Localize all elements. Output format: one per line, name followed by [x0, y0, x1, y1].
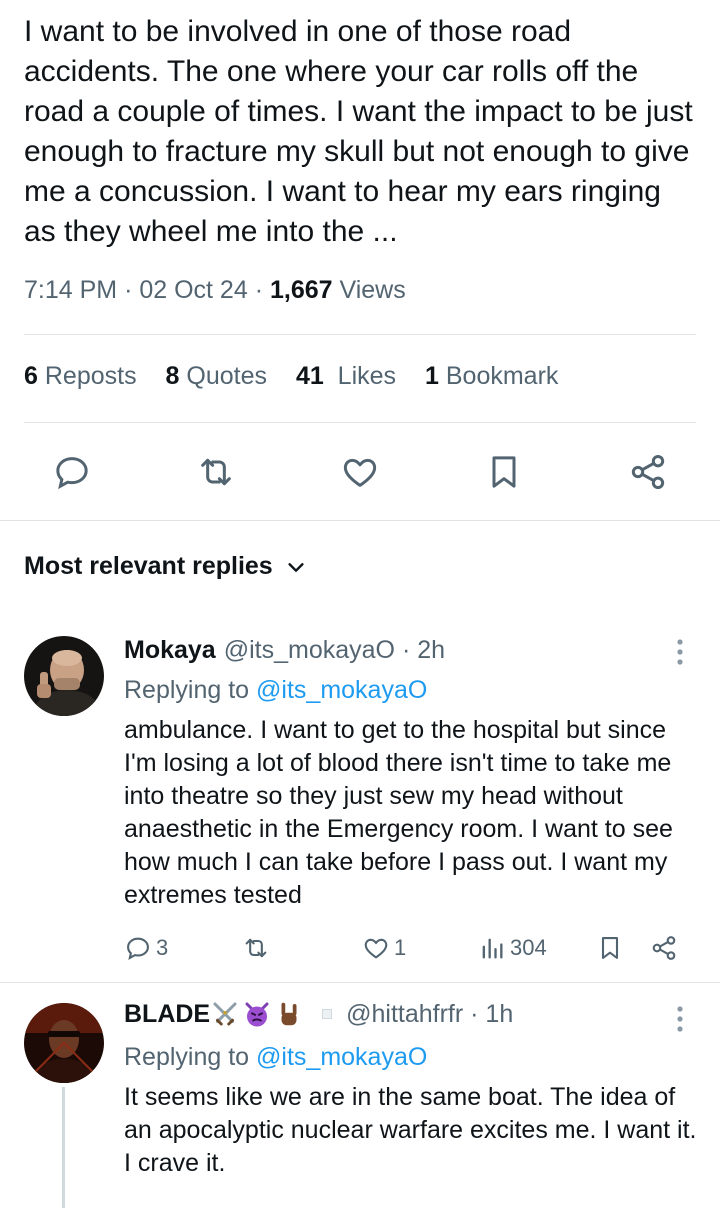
bookmark-icon	[601, 937, 619, 959]
reply-icon	[56, 457, 88, 490]
name-emojis	[210, 999, 304, 1029]
likes-stat[interactable]: 41 Likes	[296, 362, 396, 391]
replying-to: Replying to @its_mokayaO	[124, 1043, 427, 1072]
angry-devil-icon	[245, 1002, 269, 1027]
tweet-time: 7:14 PM	[24, 276, 118, 304]
reply-sort-label: Most relevant replies	[24, 552, 273, 580]
bookmark-button[interactable]	[472, 440, 536, 504]
reply-bookmark-button[interactable]	[596, 928, 624, 968]
rock-on-hand-icon	[281, 1002, 297, 1026]
like-icon	[343, 458, 377, 487]
tweet-meta: 7:14 PM · 02 Oct 24 · 1,667 Views	[24, 276, 406, 305]
reply-views-button[interactable]: 304	[478, 928, 547, 968]
share-icon	[631, 455, 665, 489]
tweet-action-bar	[0, 440, 720, 504]
likes-label: Likes	[337, 362, 397, 390]
divider	[24, 422, 696, 423]
crossed-swords-icon	[213, 1002, 237, 1026]
more-icon	[677, 639, 683, 665]
reply-item[interactable]: BLADE @hittahfrfr · 1h Replying to @its_…	[0, 983, 720, 1208]
meta-separator: ·	[124, 276, 133, 304]
reply-repost-button[interactable]	[242, 928, 274, 968]
avatar[interactable]	[24, 636, 104, 716]
reply-text: ambulance. I want to get to the hospital…	[124, 716, 673, 909]
quotes-label: Quotes	[186, 362, 267, 390]
reply-share-button[interactable]	[650, 928, 678, 968]
quotes-count: 8	[165, 362, 180, 390]
repost-icon	[201, 458, 231, 486]
more-options-button[interactable]	[664, 632, 696, 672]
tweet-date: 02 Oct 24	[139, 276, 248, 304]
bookmarks-stat[interactable]: 1 Bookmark	[425, 362, 558, 391]
tweet-text: I want to be involved in one of those ro…	[24, 15, 693, 248]
reply-text: It seems like we are in the same boat. T…	[124, 1083, 697, 1177]
more-options-button[interactable]	[664, 999, 696, 1039]
reply-author-name[interactable]: BLADE	[124, 1000, 210, 1029]
reply-time[interactable]: · 1h	[470, 1000, 513, 1029]
reply-author-handle[interactable]: @its_mokayaO	[224, 636, 395, 665]
views-count[interactable]: 1,667	[270, 276, 333, 304]
reply-time[interactable]: · 2h	[402, 636, 445, 665]
replying-to-prefix: Replying to	[124, 676, 250, 704]
like-count: 1	[394, 935, 407, 960]
like-button[interactable]	[328, 440, 392, 504]
replying-to-handle[interactable]: @its_mokayaO	[256, 1043, 427, 1071]
reply-sort-dropdown[interactable]: Most relevant replies	[24, 552, 307, 581]
avatar-image	[24, 1003, 104, 1083]
views-label[interactable]: Views	[340, 276, 406, 304]
more-icon	[677, 1006, 683, 1032]
chevron-down-icon	[288, 562, 304, 572]
reply-author-name[interactable]: Mokaya	[124, 636, 216, 665]
replying-to: Replying to @its_mokayaO	[124, 676, 427, 705]
likes-count: 41	[295, 362, 324, 390]
avatar-image	[24, 636, 104, 716]
bookmarks-count: 1	[425, 362, 439, 390]
reply-reply-button[interactable]: 3	[124, 928, 168, 968]
bookmarks-label: Bookmark	[445, 362, 559, 390]
avatar[interactable]	[24, 1003, 104, 1083]
reply-action-bar: 3 1 304	[124, 928, 684, 968]
reply-like-button[interactable]: 1	[362, 928, 406, 968]
reposts-label: Reposts	[44, 362, 137, 390]
reply-author-handle[interactable]: @hittahfrfr	[346, 1000, 463, 1029]
repost-button[interactable]	[184, 440, 248, 504]
bookmark-icon	[492, 456, 516, 488]
reply-icon	[127, 937, 149, 960]
reply-count: 3	[156, 935, 169, 960]
replying-to-handle[interactable]: @its_mokayaO	[256, 676, 427, 704]
views-count: 304	[510, 935, 547, 960]
reply-header: Mokaya @its_mokayaO · 2h	[124, 636, 445, 665]
share-button[interactable]	[616, 440, 680, 504]
reply-button[interactable]	[40, 440, 104, 504]
views-icon	[482, 938, 503, 959]
reply-header: BLADE @hittahfrfr · 1h	[124, 999, 513, 1029]
divider	[0, 520, 720, 521]
reposts-stat[interactable]: 6 Reposts	[24, 362, 137, 391]
reply-item[interactable]: Mokaya @its_mokayaO · 2h Replying to @it…	[0, 620, 720, 982]
verified-badge-placeholder	[322, 1009, 333, 1019]
meta-separator: ·	[254, 276, 264, 304]
divider	[24, 334, 696, 335]
replying-to-prefix: Replying to	[124, 1043, 250, 1071]
share-icon	[652, 936, 676, 960]
quotes-stat[interactable]: 8 Quotes	[166, 362, 267, 391]
thread-line	[62, 1087, 65, 1208]
like-icon	[364, 938, 388, 959]
reposts-count: 6	[24, 362, 38, 390]
engagement-stats: 6 Reposts 8 Quotes 41 Likes 1 Bookmark	[24, 362, 580, 391]
repost-icon	[245, 938, 267, 958]
